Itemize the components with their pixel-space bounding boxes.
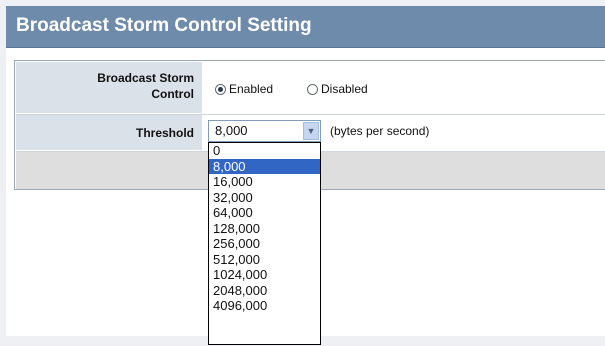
dropdown-option[interactable]: 128,000	[209, 221, 320, 237]
dropdown-option-selected[interactable]: 8,000	[209, 158, 320, 174]
radio-unchecked-icon	[307, 83, 318, 95]
broadcast-storm-label: Broadcast Storm Control	[16, 62, 202, 113]
dropdown-option[interactable]: 64,000	[209, 205, 320, 221]
page-title: Broadcast Storm Control Setting	[16, 15, 312, 36]
dropdown-option[interactable]: 512,000	[209, 252, 320, 268]
radio-checked-icon	[215, 83, 226, 95]
dropdown-option[interactable]: 4096,000	[209, 298, 320, 314]
dropdown-option[interactable]: 256,000	[209, 236, 320, 252]
threshold-select[interactable]: 8,000 ▼	[208, 120, 321, 142]
title-bar: Broadcast Storm Control Setting	[6, 6, 605, 48]
dropdown-option[interactable]: 32,000	[209, 190, 320, 206]
dropdown-option[interactable]: 0	[209, 143, 320, 159]
radio-disabled-label: Disabled	[321, 82, 368, 96]
chevron-down-icon[interactable]: ▼	[303, 122, 319, 140]
broadcast-storm-label-line2: Control	[151, 87, 194, 101]
threshold-selected-value: 8,000	[215, 123, 248, 138]
radio-enabled-label: Enabled	[229, 82, 274, 96]
dropdown-option[interactable]: 2048,000	[209, 283, 320, 299]
dropdown-option[interactable]: 16,000	[209, 174, 320, 190]
radio-disabled[interactable]: Disabled	[307, 81, 368, 97]
threshold-unit: (bytes per second)	[330, 124, 430, 138]
broadcast-storm-label-line1: Broadcast Storm	[97, 71, 194, 85]
threshold-dropdown-list[interactable]: 0 8,000 16,000 32,000 64,000 128,000 256…	[208, 142, 321, 345]
dropdown-option[interactable]: 1024,000	[209, 267, 320, 283]
radio-enabled[interactable]: Enabled	[215, 81, 273, 97]
threshold-label: Threshold	[16, 115, 202, 150]
